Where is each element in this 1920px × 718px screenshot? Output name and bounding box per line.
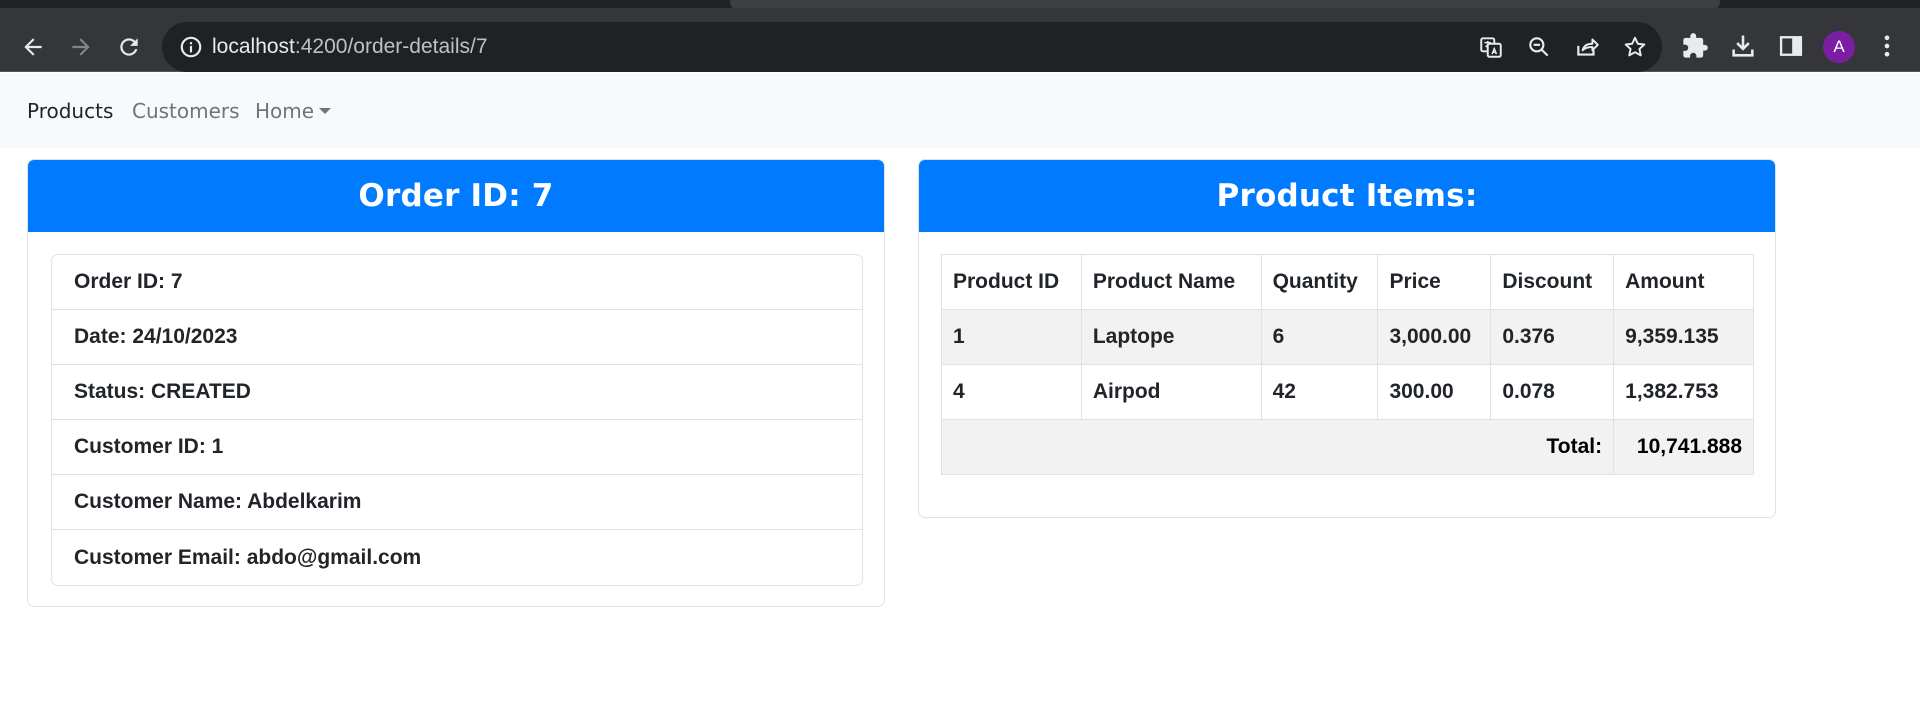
download-icon xyxy=(1732,35,1754,57)
puzzle-icon xyxy=(1683,33,1708,58)
translate-icon xyxy=(1480,37,1502,58)
cell-amount: 9,359.135 xyxy=(1613,309,1754,365)
total-value: 10,741.888 xyxy=(1613,419,1754,475)
info-icon[interactable] xyxy=(178,34,204,60)
product-items-card: Product Items: Product ID Product Name Q… xyxy=(918,159,1776,518)
product-card-title: Product Items: xyxy=(1216,178,1478,214)
reload-icon xyxy=(120,38,138,56)
zoom-button[interactable] xyxy=(1525,33,1553,61)
cell-price: 300.00 xyxy=(1377,364,1492,420)
url-text[interactable]: localhost:4200/order-details/7 xyxy=(212,35,488,59)
app-navbar: Products Customers Home xyxy=(0,73,1920,148)
product-items-table: Product ID Product Name Quantity Price D… xyxy=(940,254,1754,475)
browser-toolbar: localhost:4200/order-details/7 A xyxy=(0,8,1920,72)
nav-dropdown-home[interactable]: Home xyxy=(255,99,332,123)
cell-discount: 0.376 xyxy=(1490,309,1615,365)
table-header-row: Product ID Product Name Quantity Price D… xyxy=(941,254,1754,310)
share-button[interactable] xyxy=(1573,33,1601,61)
order-details-card: Order ID: 7 Order ID: 7 Date: 24/10/2023… xyxy=(27,159,885,607)
browser-menu-button[interactable] xyxy=(1871,30,1903,62)
order-detail-status: Status: CREATED xyxy=(52,365,862,420)
cell-product-name: Laptope xyxy=(1080,309,1262,365)
star-icon xyxy=(1624,36,1646,57)
downloads-button[interactable] xyxy=(1727,30,1759,62)
kebab-menu-icon xyxy=(1884,35,1890,57)
url-host: localhost xyxy=(212,35,295,58)
order-detail-customer-id: Customer ID: 1 xyxy=(52,420,862,475)
zoom-out-icon xyxy=(1529,37,1549,57)
cell-product-id: 4 xyxy=(941,364,1082,420)
order-detail-customer-email: Customer Email: abdo@gmail.com xyxy=(74,545,422,569)
cell-product-id: 1 xyxy=(941,309,1082,365)
order-detail-order-id: Order ID: 7 xyxy=(52,255,862,310)
back-button[interactable] xyxy=(12,26,54,68)
table-total-row: Total: 10,741.888 xyxy=(940,419,1754,475)
side-panel-icon xyxy=(1779,36,1803,56)
url-path: :4200/order-details/7 xyxy=(294,35,488,58)
arrow-left-icon xyxy=(24,38,42,56)
reload-button[interactable] xyxy=(108,26,150,68)
nav-dropdown-home-label: Home xyxy=(255,99,315,123)
column-header-product-id: Product ID xyxy=(941,254,1082,310)
product-card-header: Product Items: xyxy=(919,160,1775,232)
cell-quantity: 6 xyxy=(1260,309,1379,365)
table-row: 4 Airpod 42 300.00 0.078 1,382.753 xyxy=(941,364,1754,420)
order-detail-customer-name: Customer Name: Abdelkarim xyxy=(52,475,862,530)
column-header-discount: Discount xyxy=(1490,254,1615,310)
address-bar[interactable]: localhost:4200/order-details/7 xyxy=(162,22,1662,72)
order-card-header: Order ID: 7 xyxy=(28,160,884,232)
nav-link-products[interactable]: Products xyxy=(27,99,113,123)
table-row: 1 Laptope 6 3,000.00 0.376 9,359.135 xyxy=(941,309,1754,365)
share-icon xyxy=(1577,38,1599,56)
cell-quantity: 42 xyxy=(1260,364,1379,420)
column-header-quantity: Quantity xyxy=(1260,254,1379,310)
translate-button[interactable] xyxy=(1477,33,1505,61)
order-card-title: Order ID: 7 xyxy=(358,178,554,214)
nav-link-customers[interactable]: Customers xyxy=(132,99,240,123)
cell-discount: 0.078 xyxy=(1490,364,1615,420)
cell-product-name: Airpod xyxy=(1080,364,1262,420)
cell-amount: 1,382.753 xyxy=(1613,364,1754,420)
total-label: Total: xyxy=(940,419,1615,475)
order-details-list: Order ID: 7 Date: 24/10/2023 Status: CRE… xyxy=(51,254,863,586)
column-header-amount: Amount xyxy=(1613,254,1754,310)
caret-down-icon xyxy=(319,108,332,114)
column-header-product-name: Product Name xyxy=(1080,254,1262,310)
cell-price: 3,000.00 xyxy=(1377,309,1492,365)
bookmark-button[interactable] xyxy=(1621,33,1649,61)
column-header-price: Price xyxy=(1377,254,1492,310)
extensions-button[interactable] xyxy=(1679,30,1711,62)
forward-button[interactable] xyxy=(60,26,102,68)
profile-avatar[interactable]: A xyxy=(1823,31,1855,63)
order-detail-date: Date: 24/10/2023 xyxy=(52,310,862,365)
side-panel-button[interactable] xyxy=(1775,30,1807,62)
arrow-right-icon xyxy=(72,38,90,56)
